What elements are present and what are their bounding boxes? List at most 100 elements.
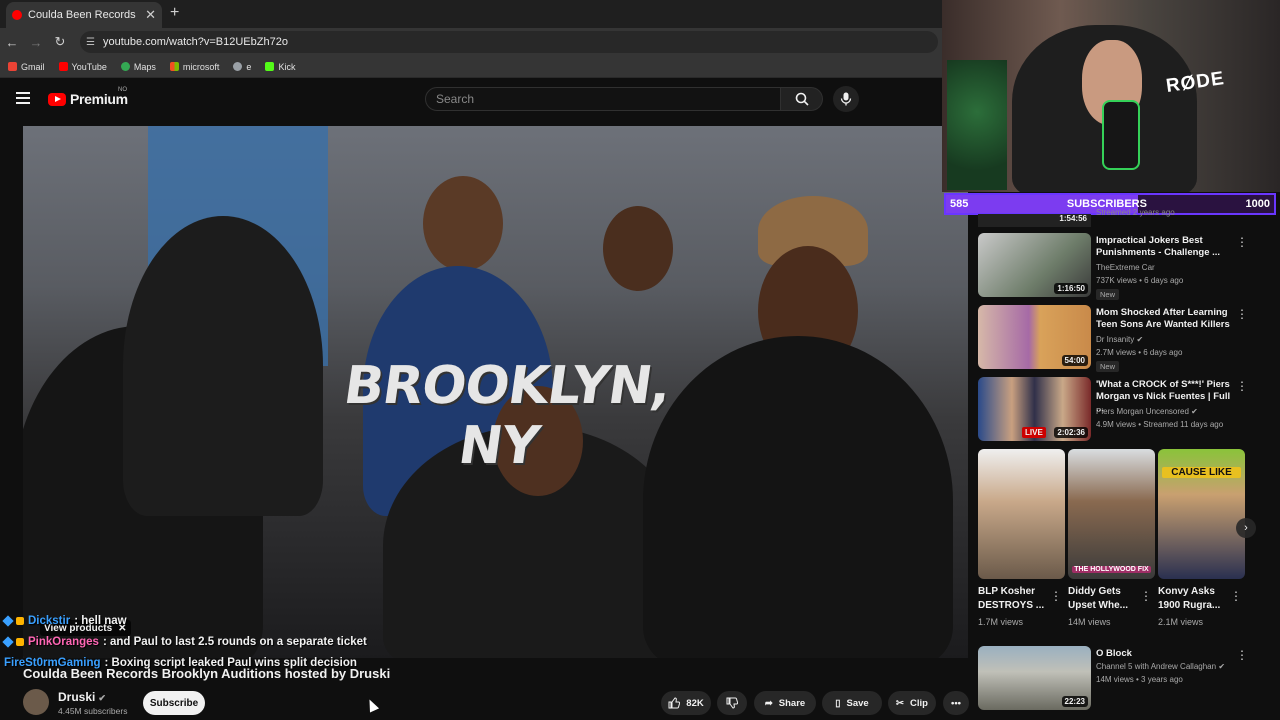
video-title[interactable]: O Block <box>1096 648 1236 660</box>
channel-name[interactable]: Dr Insanity ✔ <box>1096 335 1143 344</box>
partial-video-thumbnail[interactable]: 1:54:56 <box>978 214 1091 227</box>
menu-icon[interactable] <box>16 92 30 104</box>
channel-avatar[interactable] <box>23 689 49 715</box>
chevron-right-icon[interactable]: › <box>1236 518 1256 538</box>
channel-name[interactable]: Druski ✔ <box>58 690 106 704</box>
url-field[interactable]: ☰ youtube.com/watch?v=B12UEbZh72o <box>80 31 938 53</box>
address-bar-row: ← → ↻ ☰ youtube.com/watch?v=B12UEbZh72o <box>0 28 942 56</box>
gmail-icon <box>8 62 17 71</box>
youtube-play-icon <box>48 92 66 106</box>
video-title[interactable]: Mom Shocked After Learning Teen Sons Are… <box>1096 307 1236 331</box>
short-caption: THE HOLLYWOOD FIX <box>1072 566 1151 573</box>
save-button[interactable]: ▯ Save <box>822 691 882 715</box>
short-title[interactable]: Konvy Asks 1900 Rugra... <box>1158 585 1238 613</box>
bookmark-gmail[interactable]: Gmail <box>8 62 45 72</box>
reload-icon[interactable]: ↻ <box>48 34 72 50</box>
more-options-icon[interactable]: ⋮ <box>1236 235 1248 249</box>
goal-target: 1000 <box>1245 198 1270 210</box>
video-thumbnail[interactable]: 22:23 <box>978 646 1091 710</box>
channel-name[interactable]: Piers Morgan Uncensored ✔ <box>1096 407 1198 416</box>
bookmark-e[interactable]: e <box>233 62 251 72</box>
video-duration: 22:23 <box>1061 696 1088 707</box>
youtube-favicon-icon <box>12 10 22 20</box>
like-count: 82K <box>686 697 704 709</box>
verified-icon: ✔ <box>1191 407 1198 416</box>
kick-icon <box>265 62 275 71</box>
back-icon[interactable]: ← <box>0 35 24 50</box>
microsoft-icon <box>169 62 179 71</box>
video-thumbnail[interactable]: 1:16:50 <box>978 233 1091 297</box>
video-location-overlay: BROOKLYN, NY <box>340 356 675 476</box>
browser-tab-strip: Coulda Been Records Brook ✕ + <box>0 0 942 28</box>
voice-search-button[interactable] <box>833 86 859 112</box>
more-actions-button[interactable]: ••• <box>943 691 969 715</box>
short-thumbnail[interactable]: THE HOLLYWOOD FIX <box>1068 449 1155 579</box>
bookmarks-bar: Gmail YouTube Maps microsoft e Kick <box>0 56 942 78</box>
more-options-icon[interactable]: ⋮ <box>1236 648 1248 662</box>
close-tab-icon[interactable]: ✕ <box>145 7 156 23</box>
microphone-icon <box>840 92 852 106</box>
short-caption: CAUSE LIKE <box>1162 467 1241 478</box>
subscribe-button[interactable]: Subscribe <box>143 691 205 715</box>
thumbs-down-icon <box>726 697 738 709</box>
video-player[interactable]: BROOKLYN, NY <box>23 126 968 658</box>
bookmark-microsoft[interactable]: microsoft <box>169 62 219 72</box>
partial-video-meta: Streamed 2 years ago <box>1096 208 1175 217</box>
chat-username: PinkOranges <box>28 635 99 648</box>
recommended-video[interactable]: 22:23 O Block Channel 5 with Andrew Call… <box>978 646 1268 712</box>
christmas-tree <box>947 60 1007 190</box>
video-title[interactable]: Impractical Jokers Best Punishments - Ch… <box>1096 235 1236 259</box>
bookmark-youtube[interactable]: YouTube <box>58 62 107 72</box>
dislike-button[interactable] <box>717 691 747 715</box>
short-thumbnail[interactable] <box>978 449 1065 579</box>
short-views: 1.7M views <box>978 617 1024 627</box>
more-options-icon[interactable]: ⋮ <box>1230 589 1242 603</box>
more-options-icon[interactable]: ⋮ <box>1236 307 1248 321</box>
video-thumbnail[interactable]: LIVE 2:02:36 <box>978 377 1091 441</box>
mouse-cursor <box>364 697 380 713</box>
new-tab-icon[interactable]: + <box>170 4 179 22</box>
short-views: 2.1M views <box>1158 617 1204 627</box>
channel-name[interactable]: TheExtreme Car <box>1096 263 1155 272</box>
video-meta: 2.7M views • 6 days ago <box>1096 348 1183 357</box>
new-badge: New <box>1096 289 1120 300</box>
short-title[interactable]: BLP Kosher DESTROYS ... <box>978 585 1058 613</box>
site-info-icon[interactable]: ☰ <box>86 37 95 48</box>
recommended-video[interactable]: LIVE 2:02:36 'What a CROCK of S***!' Pie… <box>978 377 1268 443</box>
recommended-video[interactable]: 1:16:50 Impractical Jokers Best Punishme… <box>978 233 1268 300</box>
video-title: Coulda Been Records Brooklyn Auditions h… <box>23 666 391 681</box>
bookmark-icon: ▯ <box>835 697 841 709</box>
like-button[interactable]: 82K <box>661 691 711 715</box>
search-icon <box>795 92 809 106</box>
scissors-icon: ✂ <box>896 697 904 709</box>
youtube-icon <box>58 62 68 71</box>
chat-username: Dickstir <box>28 614 71 627</box>
more-options-icon[interactable]: ⋮ <box>1236 379 1248 393</box>
short-title[interactable]: Diddy Gets Upset Whe... <box>1068 585 1148 613</box>
forward-icon[interactable]: → <box>24 35 48 50</box>
chat-overlay: Dickstir : hell naw PinkOranges : and Pa… <box>2 610 424 673</box>
more-options-icon[interactable]: ⋮ <box>1140 589 1152 603</box>
browser-tab[interactable]: Coulda Been Records Brook ✕ <box>6 2 162 28</box>
clip-button[interactable]: ✂ Clip <box>888 691 936 715</box>
video-meta: 4.9M views • Streamed 11 days ago <box>1096 420 1224 429</box>
globe-icon <box>233 62 243 71</box>
bookmark-kick[interactable]: Kick <box>265 62 295 72</box>
search-box[interactable] <box>425 87 781 111</box>
youtube-premium-logo[interactable]: Premium NO <box>48 87 128 107</box>
channel-name[interactable]: Channel 5 with Andrew Callaghan ✔ <box>1096 662 1225 671</box>
share-button[interactable]: ➦ Share <box>754 691 816 715</box>
more-icon: ••• <box>951 697 961 709</box>
short-thumbnail[interactable]: CAUSE LIKE <box>1158 449 1245 579</box>
tab-title: Coulda Been Records Brook <box>28 9 139 21</box>
streamer-webcam: RØDE <box>942 0 1280 192</box>
verified-icon: ✔ <box>1218 662 1226 671</box>
bookmark-maps[interactable]: Maps <box>120 62 156 72</box>
recommended-video[interactable]: 54:00 Mom Shocked After Learning Teen So… <box>978 305 1268 372</box>
more-options-icon[interactable]: ⋮ <box>1050 589 1062 603</box>
short-views: 14M views <box>1068 617 1111 627</box>
video-duration: 1:54:56 <box>1059 214 1087 223</box>
search-input[interactable] <box>436 92 780 106</box>
search-button[interactable] <box>781 87 823 111</box>
video-thumbnail[interactable]: 54:00 <box>978 305 1091 369</box>
